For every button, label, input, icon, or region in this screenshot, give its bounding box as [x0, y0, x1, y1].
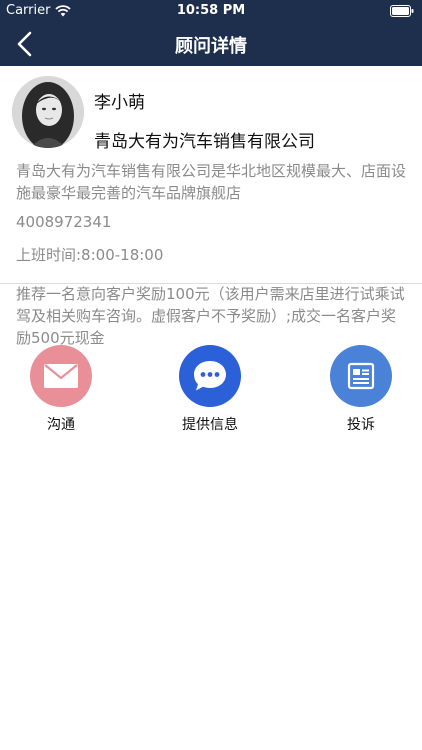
contact-label: 沟通 — [47, 417, 75, 433]
contact-button[interactable]: 沟通 — [16, 345, 106, 434]
complaint-label: 投诉 — [347, 417, 375, 433]
status-time: 10:58 PM — [176, 3, 246, 18]
company-description: 青岛大有为汽车销售有限公司是华北地区规模最大、店面设施最豪华最完善的汽车品牌旗舰… — [16, 162, 407, 202]
page-title: 顾问详情 — [175, 36, 247, 57]
status-bar: Carrier 10:58 PM — [0, 0, 422, 22]
consultant-name: 李小萌 — [94, 93, 145, 113]
provide-info-button[interactable]: 提供信息 — [165, 345, 255, 434]
avatar — [12, 76, 84, 148]
referral-reward-info: 推荐一名意向客户奖励100元（该用户需来店里进行试乘试驾及相关购车咨询。虚假客户… — [16, 285, 405, 347]
working-hours: 上班时间:8:00-18:00 — [16, 246, 164, 264]
divider — [0, 283, 422, 284]
complaint-button[interactable]: 投诉 — [316, 345, 406, 434]
phone-number[interactable]: 4008972341 — [16, 213, 111, 231]
provide-info-label: 提供信息 — [182, 417, 238, 433]
company-name: 青岛大有为汽车销售有限公司 — [94, 132, 315, 152]
action-buttons: 沟通 提供信息 投诉 — [0, 345, 422, 455]
mail-icon — [30, 345, 92, 407]
battery-icon — [390, 5, 414, 17]
navigation-bar: 顾问详情 — [0, 22, 422, 66]
chat-bubble-icon — [179, 345, 241, 407]
top-bar: Carrier 10:58 PM 顾问详情 — [0, 0, 422, 66]
document-icon — [330, 345, 392, 407]
avatar-photo-icon — [12, 76, 84, 148]
